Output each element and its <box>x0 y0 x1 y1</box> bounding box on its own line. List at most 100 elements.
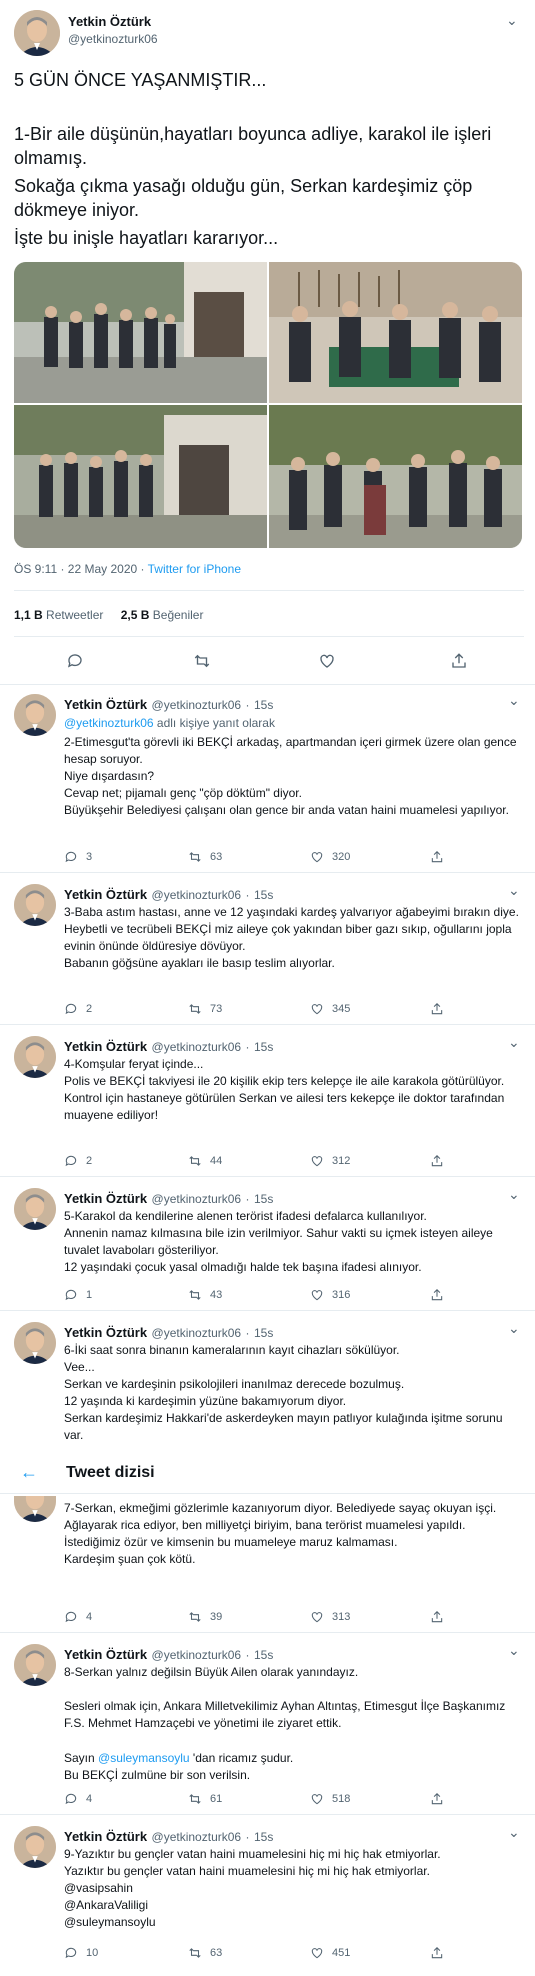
author-handle[interactable]: @yetkinozturk06 <box>152 1830 242 1844</box>
retweet-button[interactable]: 63 <box>188 1946 222 1960</box>
author-handle[interactable]: @yetkinozturk06 <box>152 1648 242 1662</box>
avatar[interactable] <box>14 10 60 56</box>
reply-age[interactable]: 15s <box>254 1040 273 1054</box>
divider <box>0 872 535 873</box>
retweet-button[interactable]: 63 <box>188 850 222 864</box>
retweet-count: 43 <box>210 1289 223 1301</box>
mention-prefix: Sayın <box>64 1751 99 1765</box>
reply-icon <box>64 1002 78 1016</box>
retweet-button[interactable]: 43 <box>188 1288 222 1302</box>
mention-link[interactable]: @AnkaraValiligi <box>64 1897 148 1914</box>
share-button[interactable] <box>430 1946 444 1960</box>
chevron-down-icon[interactable]: ⌄ <box>508 1034 520 1051</box>
reply-text: Bu BEKÇİ zulmüne bir son verilsin. <box>64 1768 251 1782</box>
retweet-button[interactable] <box>192 652 212 675</box>
author-name[interactable]: Yetkin Öztürk <box>64 1829 147 1844</box>
like-button[interactable]: 345 <box>310 1002 350 1016</box>
reply-button[interactable]: 10 <box>64 1946 98 1960</box>
reply-button[interactable]: 4 <box>64 1792 92 1806</box>
avatar[interactable] <box>14 1322 56 1364</box>
like-button[interactable]: 316 <box>310 1288 350 1302</box>
share-button[interactable] <box>430 1792 444 1806</box>
like-button[interactable]: 313 <box>310 1610 350 1624</box>
share-icon <box>430 1946 444 1960</box>
share-button[interactable] <box>430 1288 444 1302</box>
photo-1[interactable] <box>14 262 267 403</box>
author-handle[interactable]: @yetkinozturk06 <box>152 1040 242 1054</box>
like-button[interactable]: 312 <box>310 1154 350 1168</box>
reply-age[interactable]: 15s <box>254 1830 273 1844</box>
retweet-button[interactable]: 39 <box>188 1610 222 1624</box>
reply-button[interactable]: 1 <box>64 1288 92 1302</box>
photo-3[interactable] <box>14 405 267 548</box>
likes-link[interactable]: 2,5 B Beğeniler <box>121 608 204 622</box>
retweet-count: 73 <box>210 1003 223 1015</box>
like-button[interactable]: 320 <box>310 850 350 864</box>
chevron-down-icon[interactable]: ⌄ <box>506 12 518 29</box>
like-button[interactable]: 518 <box>310 1792 350 1806</box>
reply-icon <box>64 1946 78 1960</box>
author-name[interactable]: Yetkin Öztürk <box>64 887 147 902</box>
author-name[interactable]: Yetkin Öztürk <box>64 697 147 712</box>
reply-icon <box>67 654 82 668</box>
share-button[interactable] <box>450 652 468 675</box>
retweet-button[interactable]: 44 <box>188 1154 222 1168</box>
tweet-timestamp[interactable]: ÖS 9:11 · 22 May 2020 <box>14 562 137 576</box>
mention-link[interactable]: @vasipsahin <box>64 1880 133 1897</box>
photo-2[interactable] <box>269 262 522 403</box>
reply-button[interactable]: 2 <box>64 1002 92 1016</box>
photo-grid <box>14 262 522 548</box>
share-button[interactable] <box>430 1610 444 1624</box>
avatar[interactable] <box>14 1036 56 1078</box>
retweets-link[interactable]: 1,1 B Retweetler <box>14 608 103 622</box>
like-button[interactable] <box>318 652 336 675</box>
reply-age[interactable]: 15s <box>254 1192 273 1206</box>
author-name[interactable]: Yetkin Öztürk <box>64 1325 147 1340</box>
like-button[interactable]: 451 <box>310 1946 350 1960</box>
reply-button[interactable] <box>66 652 84 675</box>
chevron-down-icon[interactable]: ⌄ <box>508 1186 520 1203</box>
chevron-down-icon[interactable]: ⌄ <box>508 882 520 899</box>
mention-link[interactable]: @suleymansoylu <box>98 1751 190 1765</box>
share-icon <box>452 653 466 668</box>
arrow-left-icon[interactable]: ← <box>20 1462 38 1483</box>
mention-link[interactable]: @suleymansoylu <box>64 1914 156 1931</box>
reply-button[interactable]: 4 <box>64 1610 92 1624</box>
author-handle[interactable]: @yetkinozturk06 <box>68 32 158 46</box>
chevron-down-icon[interactable]: ⌄ <box>508 692 520 709</box>
tweet-paragraph: İşte bu inişle hayatları kararıyor... <box>14 228 279 248</box>
retweet-button[interactable]: 73 <box>188 1002 222 1016</box>
tweet-source-link[interactable]: Twitter for iPhone <box>148 562 241 576</box>
author-handle[interactable]: @yetkinozturk06 <box>152 698 242 712</box>
author-name[interactable]: Yetkin Öztürk <box>64 1647 147 1662</box>
author-handle[interactable]: @yetkinozturk06 <box>152 1326 242 1340</box>
chevron-down-icon[interactable]: ⌄ <box>508 1642 520 1659</box>
author-name[interactable]: Yetkin Öztürk <box>64 1039 147 1054</box>
avatar[interactable] <box>14 1644 56 1686</box>
avatar[interactable] <box>14 1826 56 1868</box>
reply-age[interactable]: 15s <box>254 698 273 712</box>
chevron-down-icon[interactable]: ⌄ <box>508 1824 520 1841</box>
reply-age[interactable]: 15s <box>254 1326 273 1340</box>
author-handle[interactable]: @yetkinozturk06 <box>152 1192 242 1206</box>
share-button[interactable] <box>430 1154 444 1168</box>
reply-to-handle[interactable]: @yetkinozturk06 <box>64 716 154 730</box>
reply-age[interactable]: 15s <box>254 888 273 902</box>
author-handle[interactable]: @yetkinozturk06 <box>152 888 242 902</box>
chevron-down-icon[interactable]: ⌄ <box>508 1320 520 1337</box>
avatar[interactable] <box>14 884 56 926</box>
author-name[interactable]: Yetkin Öztürk <box>68 14 151 29</box>
author-name[interactable]: Yetkin Öztürk <box>64 1191 147 1206</box>
avatar[interactable] <box>14 1496 56 1522</box>
reply-button[interactable]: 2 <box>64 1154 92 1168</box>
share-button[interactable] <box>430 1002 444 1016</box>
divider <box>0 1632 535 1633</box>
reply-count: 3 <box>86 851 93 863</box>
retweet-button[interactable]: 61 <box>188 1792 222 1806</box>
avatar[interactable] <box>14 694 56 736</box>
reply-age[interactable]: 15s <box>254 1648 273 1662</box>
avatar[interactable] <box>14 1188 56 1230</box>
photo-4[interactable] <box>269 405 522 548</box>
reply-button[interactable]: 3 <box>64 850 92 864</box>
share-button[interactable] <box>430 850 444 864</box>
